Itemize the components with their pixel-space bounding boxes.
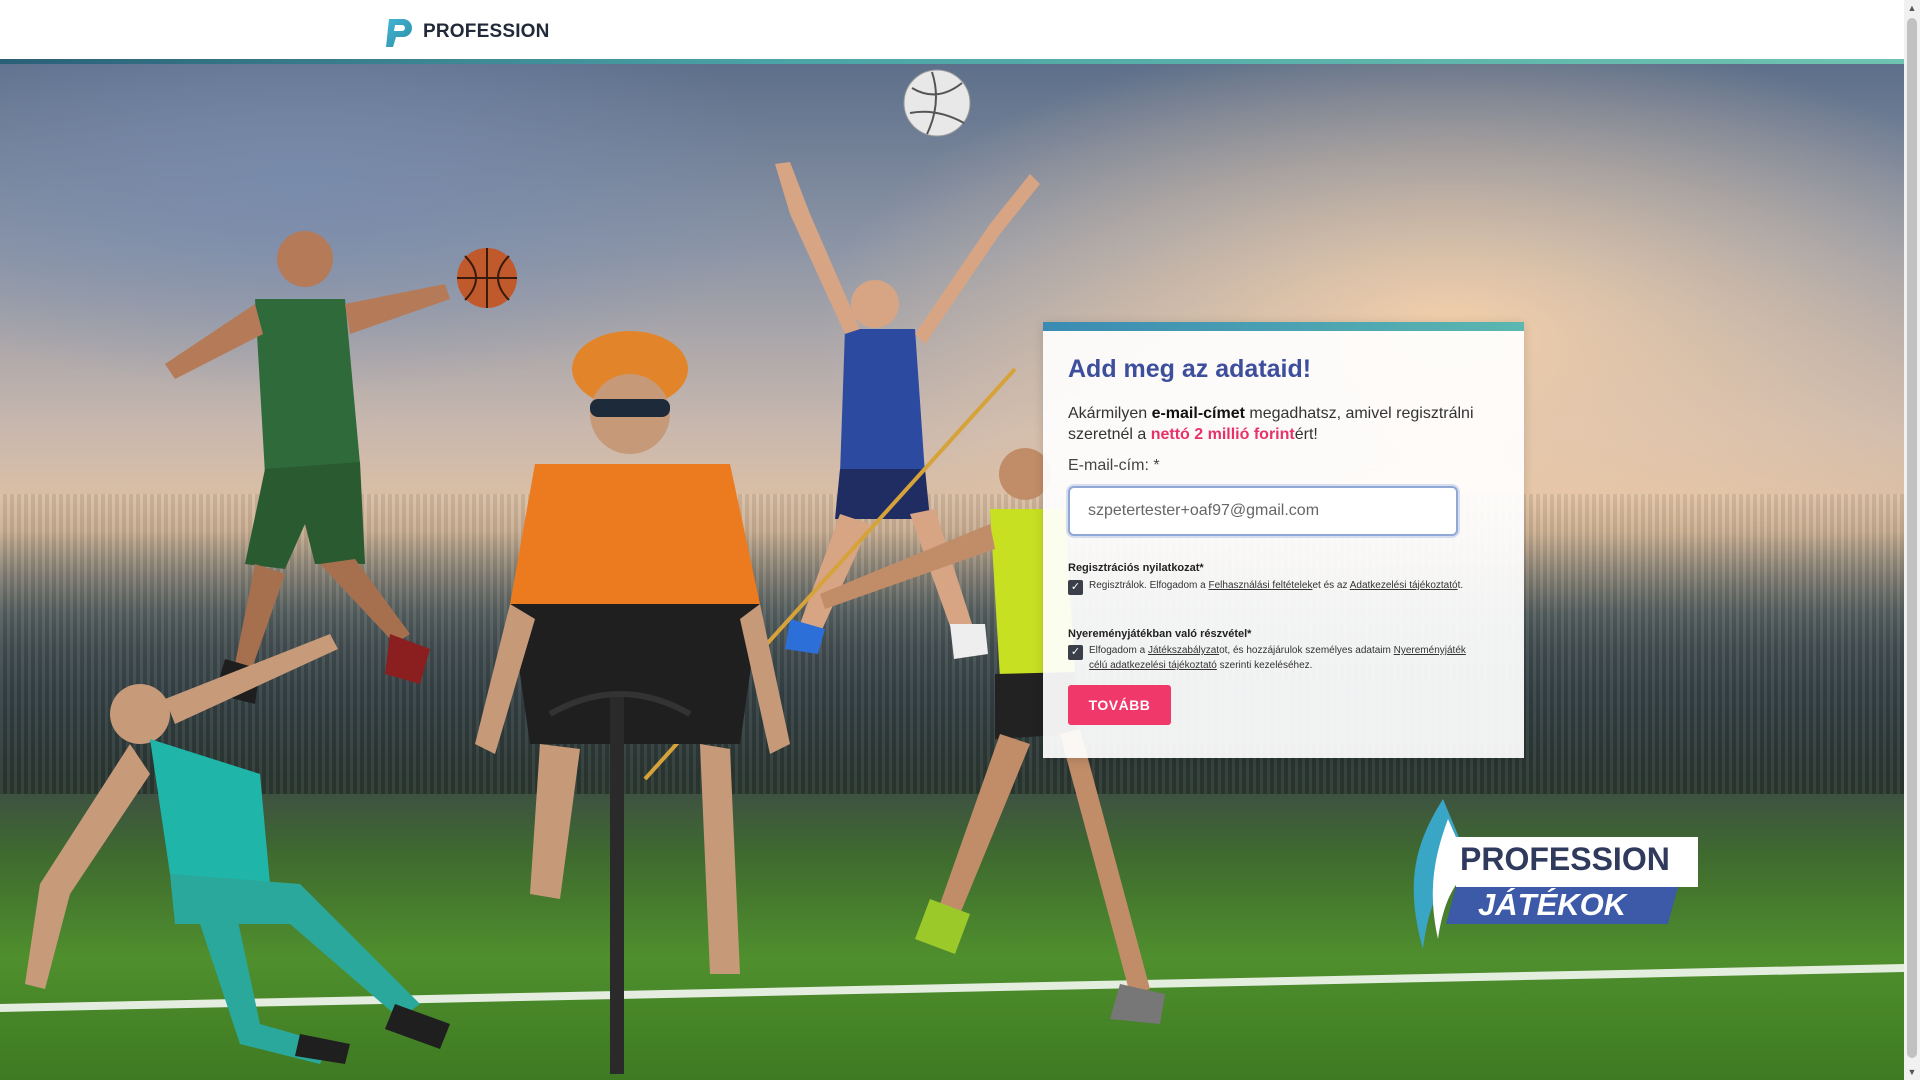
- badge-line2: JÁTÉKOK: [1478, 887, 1627, 922]
- contest-text2: ot, és hozzájárulok személyes adataim: [1219, 645, 1394, 656]
- site-header: PROFESSION: [0, 0, 1904, 59]
- registration-text2: et és az: [1312, 580, 1350, 591]
- registration-text1: Regisztrálok. Elfogadom a: [1089, 580, 1209, 591]
- lead-highlight: nettó 2 millió forint: [1150, 426, 1295, 443]
- runner-image: [25, 634, 450, 1064]
- card-title: Add meg az adataid!: [1068, 355, 1312, 383]
- scroll-up-icon[interactable]: ▲: [1904, 0, 1920, 16]
- hero-background: PROFESSION JÁTÉKOK: [0, 64, 1904, 1080]
- registration-text3: t.: [1457, 580, 1464, 591]
- lead-part3: ért!: [1294, 426, 1318, 443]
- volleyball-image: [903, 69, 971, 137]
- registration-checkbox[interactable]: ✓: [1068, 580, 1083, 595]
- contest-text1: Elfogadom a: [1089, 645, 1148, 656]
- game-rules-link[interactable]: Játékszabályzat: [1148, 645, 1219, 656]
- continue-button[interactable]: TOVÁBB: [1068, 685, 1171, 725]
- profession-logo[interactable]: PROFESSION: [383, 14, 550, 50]
- logo-text: PROFESSION: [423, 21, 550, 42]
- card-top-accent: [1043, 322, 1524, 331]
- contest-checkbox[interactable]: ✓: [1068, 645, 1083, 660]
- profession-logo-icon: [386, 19, 412, 47]
- contest-title: Nyereményjátékban való részvétel*: [1068, 628, 1252, 640]
- scrollbar-thumb[interactable]: [1907, 18, 1917, 1058]
- privacy-policy-link[interactable]: Adatkezelési tájékoztató: [1350, 580, 1458, 591]
- registration-title: Regisztrációs nyilatkozat*: [1068, 562, 1204, 574]
- contest-text3: szerinti kezeléséhez.: [1216, 660, 1313, 671]
- terms-link[interactable]: Felhasználási feltételek: [1209, 580, 1313, 591]
- email-label: E-mail-cím: *: [1068, 457, 1160, 474]
- lead-bold: e-mail-címet: [1151, 405, 1245, 422]
- card-lead-text: Akármilyen e-mail-címet megadhatsz, amiv…: [1068, 403, 1498, 445]
- email-input[interactable]: [1068, 486, 1458, 536]
- page-scrollbar[interactable]: ▲ ▼: [1904, 0, 1920, 1080]
- registration-card: Add meg az adataid! Akármilyen e-mail-cí…: [1043, 322, 1524, 758]
- contest-text: Elfogadom a Játékszabályzatot, és hozzáj…: [1089, 643, 1469, 673]
- scroll-down-icon[interactable]: ▼: [1904, 1064, 1920, 1080]
- lead-part1: Akármilyen: [1068, 405, 1152, 422]
- registration-text: Regisztrálok. Elfogadom a Felhasználási …: [1089, 578, 1469, 593]
- badge-line1: PROFESSION: [1460, 841, 1670, 877]
